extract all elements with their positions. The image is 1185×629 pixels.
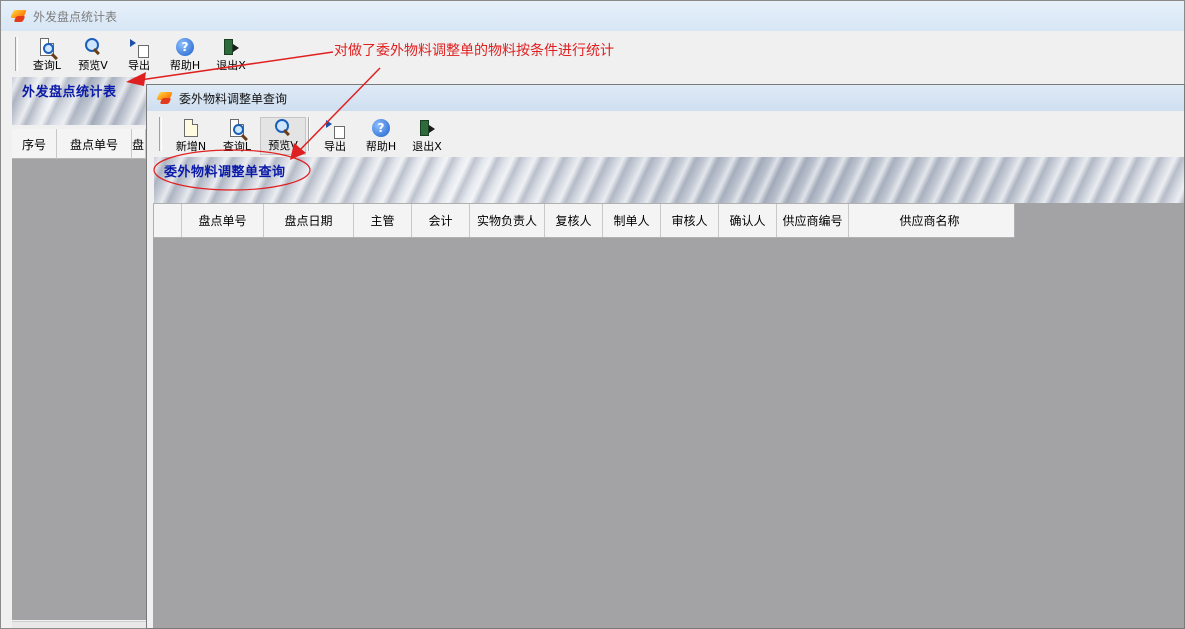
query-doc-icon (226, 118, 248, 140)
outer-query-label: 查询L (32, 59, 62, 72)
toolbar-grip (15, 37, 18, 71)
inner-col-header[interactable]: 供应商名称 (849, 204, 1010, 237)
inner-col-header[interactable]: 供应商编号 (777, 204, 849, 237)
inner-col-header[interactable]: 确认人 (719, 204, 777, 237)
outer-window-title: 外发盘点统计表 (33, 9, 118, 24)
inner-banner: 委外物料调整单查询 (154, 157, 1184, 203)
outer-horizontal-scrollbar[interactable] (12, 621, 146, 628)
outer-preview-label: 预览V (78, 59, 108, 72)
annotation-text: 对做了委外物料调整单的物料按条件进行统计 (334, 43, 614, 59)
outer-grid-header: 序号 盘点单号 盘 (12, 129, 146, 159)
inner-col-header[interactable]: 会计 (412, 204, 470, 237)
inner-col-header[interactable]: 复核人 (545, 204, 603, 237)
inner-col-header[interactable]: 主管 (354, 204, 412, 237)
outer-help-button[interactable]: ? 帮助H (162, 36, 208, 74)
magnifier-icon (82, 37, 104, 59)
outer-help-label: 帮助H (169, 59, 201, 72)
inner-title-bar: 委外物料调整单查询 (147, 85, 1184, 111)
outer-export-button[interactable]: 导出 (116, 36, 162, 74)
inner-export-button[interactable]: 导出 (312, 117, 358, 155)
inner-help-label: 帮助H (365, 140, 397, 153)
inner-window-title: 委外物料调整单查询 (179, 91, 288, 106)
outer-exit-label: 退出X (216, 59, 246, 72)
inner-col-header[interactable]: 审核人 (661, 204, 719, 237)
outer-col-header[interactable]: 盘 (132, 129, 146, 159)
inner-query-label: 查询L (222, 140, 252, 153)
inner-col-header[interactable]: 盘点日期 (264, 204, 354, 237)
new-doc-icon (180, 118, 202, 140)
inner-exit-button[interactable]: 退出X (404, 117, 450, 155)
exit-icon (220, 37, 242, 59)
outer-col-header[interactable]: 序号 (12, 129, 57, 159)
inner-preview-button[interactable]: 预览V (260, 117, 306, 155)
inner-col-header[interactable]: 盘点单号 (182, 204, 264, 237)
outer-query-button[interactable]: 查询L (24, 36, 70, 74)
magnifier-icon (272, 118, 294, 139)
outer-col-header[interactable]: 盘点单号 (57, 129, 132, 159)
inner-help-button[interactable]: ? 帮助H (358, 117, 404, 155)
outer-exit-button[interactable]: 退出X (208, 36, 254, 74)
inner-window: 委外物料调整单查询 新增N 查询L 预览V 导出 ? 帮助H 退出X 委外物料调… (146, 84, 1185, 629)
inner-preview-label: 预览V (268, 139, 298, 152)
exit-icon (416, 118, 438, 140)
app-icon (11, 8, 27, 24)
toolbar-separator (308, 117, 310, 151)
inner-grid-body[interactable] (153, 238, 1184, 628)
inner-new-button[interactable]: 新增N (168, 117, 214, 155)
help-icon: ? (174, 37, 196, 59)
help-icon: ? (370, 118, 392, 140)
inner-grid-empty-header-area (1015, 203, 1184, 238)
inner-exit-label: 退出X (412, 140, 442, 153)
outer-banner: 外发盘点统计表 (12, 77, 146, 125)
outer-grid-body[interactable] (12, 159, 146, 620)
inner-col-header[interactable]: 实物负责人 (470, 204, 545, 237)
inner-toolbar: 新增N 查询L 预览V 导出 ? 帮助H 退出X (147, 113, 1184, 155)
app-icon (157, 90, 173, 106)
query-doc-icon (36, 37, 58, 59)
inner-export-label: 导出 (324, 140, 346, 153)
export-icon (128, 37, 150, 59)
outer-preview-button[interactable]: 预览V (70, 36, 116, 74)
inner-col-header-indicator[interactable] (154, 204, 182, 237)
inner-new-label: 新增N (175, 140, 207, 153)
outer-banner-title: 外发盘点统计表 (22, 85, 117, 100)
inner-banner-title: 委外物料调整单查询 (164, 165, 286, 180)
outer-left-margin (1, 77, 12, 628)
outer-title-bar: 外发盘点统计表 (1, 1, 1184, 31)
export-icon (324, 118, 346, 140)
inner-grid-header: 盘点单号 盘点日期 主管 会计 实物负责人 复核人 制单人 审核人 确认人 供应… (153, 203, 1015, 238)
inner-col-header[interactable]: 制单人 (603, 204, 661, 237)
outer-export-label: 导出 (128, 59, 150, 72)
inner-query-button[interactable]: 查询L (214, 117, 260, 155)
toolbar-grip (159, 117, 162, 151)
